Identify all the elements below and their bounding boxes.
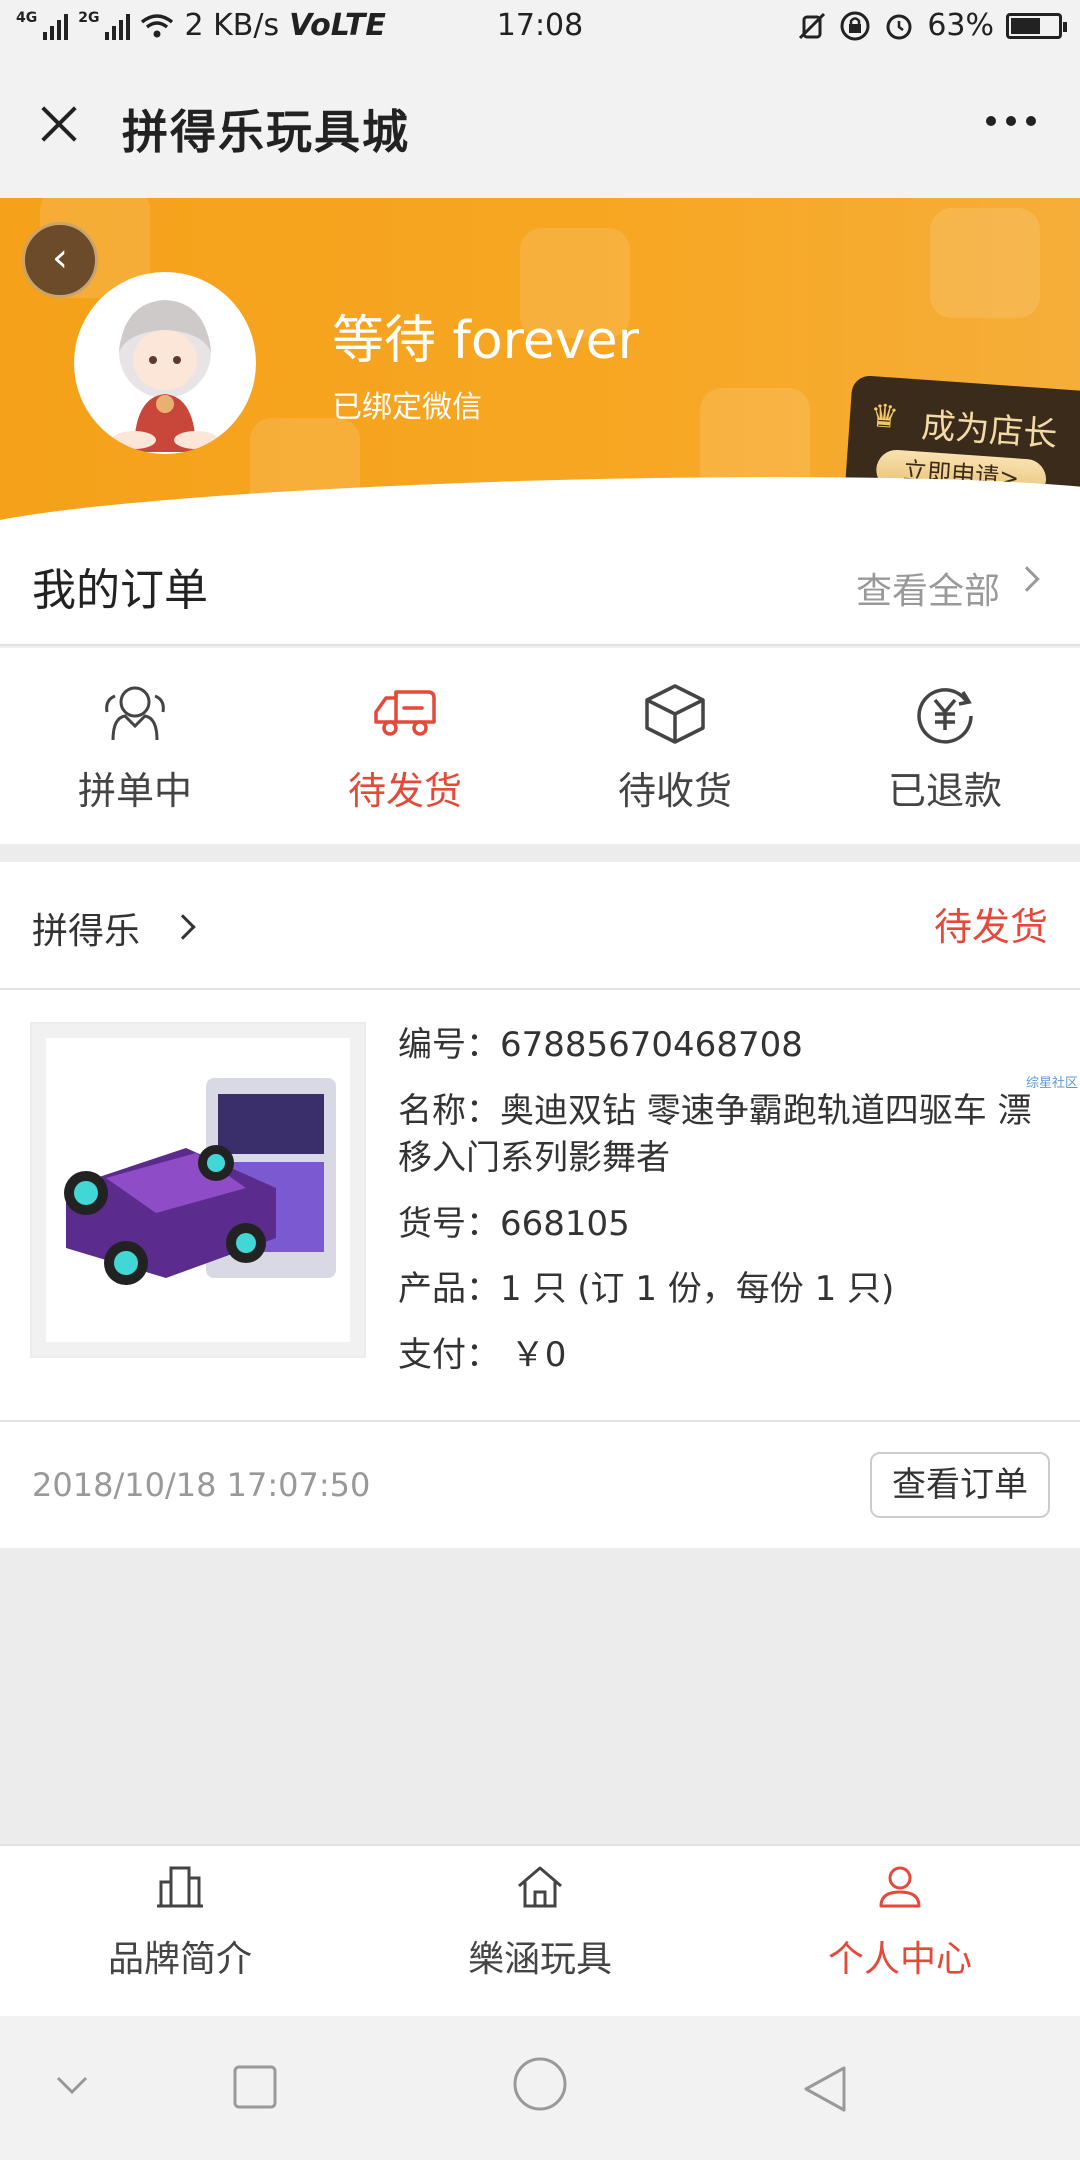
chevron-right-icon[interactable] xyxy=(1014,566,1040,592)
back-button[interactable]: ‹ xyxy=(22,222,98,298)
product-info: 编号：67885670468708 名称：奥迪双钻 零速争霸跑轨道四驱车 漂移入… xyxy=(398,1022,1048,1398)
status-bar: 4G 2G 2 KB/s VoLTE 17:08 63% xyxy=(0,0,1080,56)
wifi-icon xyxy=(141,13,174,37)
bind-status: 已绑定微信 xyxy=(332,390,482,425)
nav-label: 品牌简介 xyxy=(107,1939,252,1980)
tab-label: 拼单中 xyxy=(77,769,192,813)
watermark: 综星社区 xyxy=(1025,1076,1078,1091)
recent-apps-icon[interactable] xyxy=(232,2064,278,2110)
order-shop-row[interactable]: 拼得乐 待发货 xyxy=(0,862,1080,990)
building-icon xyxy=(157,1866,203,1908)
tab-to-ship[interactable]: 待发货 xyxy=(270,648,540,844)
order-status-tabs: 拼单中 待发货 待收货 已退款 xyxy=(0,648,1080,844)
system-nav-bar xyxy=(0,2016,1080,2160)
nav-label: 樂涵玩具 xyxy=(467,1939,612,1980)
signal-icon-2 xyxy=(105,12,131,40)
title-bar: 拼得乐玩具城 xyxy=(0,56,1080,198)
product-quantity: 产品：1 只 (订 1 份，每份 1 只) xyxy=(398,1269,895,1310)
group-icon xyxy=(105,686,165,741)
nav-brand-intro[interactable]: 品牌简介 xyxy=(0,1846,360,2016)
orders-title: 我的订单 xyxy=(32,565,208,616)
status-right: 63% xyxy=(797,8,1067,43)
tab-to-receive[interactable]: 待收货 xyxy=(540,648,810,844)
tab-label: 待收货 xyxy=(617,769,732,813)
network-label-1: 4G xyxy=(16,9,38,26)
tab-refunded[interactable]: 已退款 xyxy=(810,648,1080,844)
battery-icon xyxy=(1006,12,1067,39)
network-label-2: 2G xyxy=(78,9,100,26)
product-image[interactable] xyxy=(30,1022,366,1358)
user-name: 等待 forever xyxy=(332,311,640,371)
close-icon[interactable] xyxy=(34,100,84,150)
network-speed: 2 KB/s xyxy=(184,8,280,43)
bottom-nav: 品牌简介 樂涵玩具 个人中心 xyxy=(0,1844,1080,2016)
product-photo xyxy=(64,1078,336,1285)
battery-percent: 63% xyxy=(927,8,994,43)
box-icon xyxy=(645,684,705,744)
shop-name[interactable]: 拼得乐 xyxy=(32,902,140,954)
shop-owner-title: 成为店长 xyxy=(920,405,1059,456)
order-footer: 2018/10/18 17:07:50 查看订单 xyxy=(0,1420,1080,1548)
order-card[interactable]: 拼得乐 待发货 编号：67885670468708 名称：奥迪双钻 零速争霸跑轨… xyxy=(0,862,1080,1548)
home-button-icon[interactable] xyxy=(512,2056,568,2112)
avatar[interactable] xyxy=(74,272,256,454)
profile-banner: ‹ 等待 forever 已绑定微信 ♛ 成为店长 立即申请> xyxy=(0,198,1080,528)
page-title: 拼得乐玩具城 xyxy=(122,105,410,159)
lock-rotation-icon xyxy=(840,11,870,40)
order-status: 待发货 xyxy=(933,905,1048,949)
volte-label: VoLTE xyxy=(289,8,386,43)
crown-icon: ♛ xyxy=(868,396,901,436)
payment-amount: 支付： ￥0 xyxy=(398,1334,567,1375)
nav-label: 个人中心 xyxy=(827,1939,972,1980)
chevron-right-icon[interactable] xyxy=(170,914,196,940)
back-triangle-icon[interactable] xyxy=(800,2064,850,2114)
avatar-image xyxy=(112,300,218,452)
order-time: 2018/10/18 17:07:50 xyxy=(32,1466,371,1504)
tab-label: 待发货 xyxy=(347,769,462,813)
view-order-button[interactable]: 查看订单 xyxy=(870,1452,1050,1518)
alarm-icon xyxy=(886,14,912,39)
status-left: 4G 2G 2 KB/s VoLTE xyxy=(16,8,386,43)
view-all-link[interactable]: 查看全部 xyxy=(856,562,1000,614)
tab-grouping[interactable]: 拼单中 xyxy=(0,648,270,844)
signal-icon xyxy=(43,12,69,40)
banner-pattern xyxy=(930,208,1040,318)
refund-icon xyxy=(917,688,973,744)
tab-label: 已退款 xyxy=(887,769,1002,813)
home-icon xyxy=(518,1866,562,1908)
mute-icon xyxy=(799,12,826,39)
product-sku: 货号：668105 xyxy=(398,1203,630,1244)
user-icon xyxy=(879,1866,921,1908)
nav-personal-center[interactable]: 个人中心 xyxy=(720,1846,1080,2016)
truck-icon xyxy=(374,690,436,736)
order-number: 编号：67885670468708 xyxy=(398,1025,803,1065)
product-name: 名称：奥迪双钻 零速争霸跑轨道四驱车 漂移入门系列影舞者 xyxy=(398,1090,1032,1179)
more-icon[interactable] xyxy=(986,116,1036,126)
nav-toys[interactable]: 樂涵玩具 xyxy=(360,1846,720,2016)
my-orders-header: 我的订单 查看全部 xyxy=(0,520,1080,646)
chevron-down-icon[interactable] xyxy=(52,2064,92,2104)
